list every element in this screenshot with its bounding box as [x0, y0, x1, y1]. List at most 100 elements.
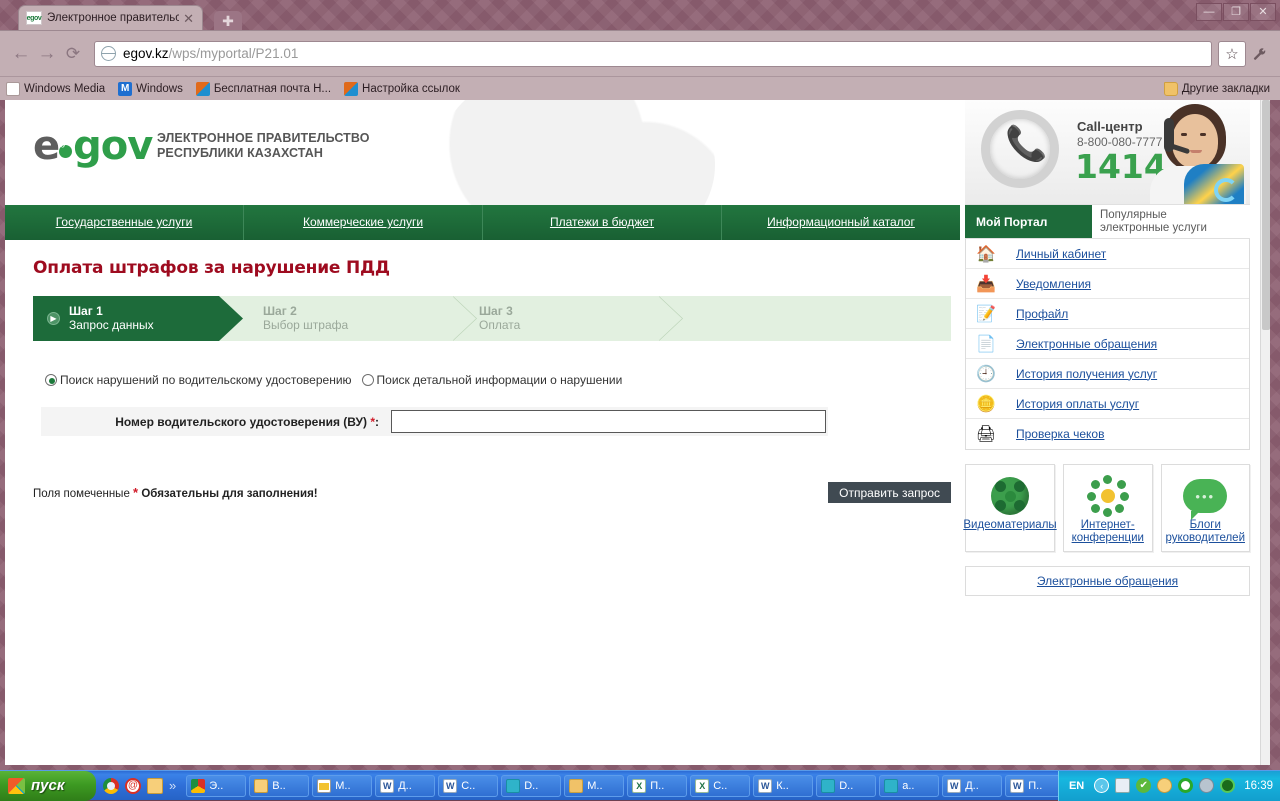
task-button[interactable]: WК..	[753, 775, 813, 797]
bookmark-star-icon[interactable]: ☆	[1218, 41, 1246, 67]
task-button[interactable]: XП..	[627, 775, 687, 797]
wrench-menu-icon[interactable]	[1246, 41, 1272, 67]
other-bookmarks-folder[interactable]: Другие закладки	[1164, 82, 1270, 96]
nav-item-kommercheskie[interactable]: Коммерческие услуги	[244, 205, 483, 240]
radio-button[interactable]	[362, 374, 374, 386]
submit-request-button[interactable]: Отправить запрос	[828, 482, 951, 503]
bookmark-item[interactable]: Настройка ссылок	[344, 82, 460, 96]
tile-conferences-label[interactable]: Интернет-конференции	[1072, 519, 1144, 545]
tab-close-icon[interactable]: ✕	[179, 12, 198, 25]
list-item-label[interactable]: Профайл	[1016, 307, 1068, 321]
list-item[interactable]: 🪙 История оплаты услуг	[966, 389, 1249, 419]
task-button[interactable]: Э..	[186, 775, 246, 797]
tile-blogs-line1: Блоги	[1190, 519, 1221, 531]
new-tab-button[interactable]: ✚	[214, 11, 242, 30]
nav-item-katalog[interactable]: Информационный каталог	[722, 205, 960, 240]
start-button[interactable]: пуск	[0, 771, 96, 801]
tile-blogs-line2: руководителей	[1165, 532, 1245, 544]
list-item-label[interactable]: Личный кабинет	[1016, 247, 1106, 261]
tile-conferences[interactable]: Интернет-конференции	[1063, 464, 1153, 552]
list-item[interactable]: 🖨 Проверка чеков	[966, 419, 1249, 449]
step-indicator: ▶ Шаг 1 Запрос данных Шаг 2 Выбор штрафа…	[33, 296, 951, 341]
task-button[interactable]: a..	[879, 775, 939, 797]
task-button[interactable]: М..	[312, 775, 372, 797]
browser-tab[interactable]: egov Электронное правительс... ✕	[18, 5, 203, 30]
license-number-form-row: Номер водительского удостоверения (ВУ) *…	[41, 407, 828, 436]
forward-icon[interactable]: →	[34, 41, 60, 67]
reload-icon[interactable]: ⟳	[60, 41, 86, 67]
radio-button-selected[interactable]	[45, 374, 57, 386]
maximize-button[interactable]: ❐	[1223, 3, 1249, 21]
task-button[interactable]: В..	[249, 775, 309, 797]
page-scrollbar[interactable]	[1260, 100, 1270, 765]
address-bar[interactable]: egov.kz/wps/myportal/P21.01	[94, 41, 1212, 67]
license-number-label-text: Номер водительского удостоверения (ВУ)	[115, 415, 367, 429]
tile-conf-line2: конференции	[1072, 532, 1144, 544]
step-1[interactable]: ▶ Шаг 1 Запрос данных	[33, 296, 243, 341]
url-domain: egov.kz	[123, 46, 169, 61]
nav-item-gosuslugi[interactable]: Государственные услуги	[5, 205, 244, 240]
list-item[interactable]: 🕘 История получения услуг	[966, 359, 1249, 389]
bookmark-item[interactable]: Windows Media	[6, 82, 105, 96]
task-button[interactable]: D..	[816, 775, 876, 797]
opera-tray-icon[interactable]	[1157, 778, 1172, 793]
task-button[interactable]: WП..	[1005, 775, 1058, 797]
list-item[interactable]: 📄 Электронные обращения	[966, 329, 1249, 359]
start-label: пуск	[31, 777, 64, 794]
search-mode-radio-group: Поиск нарушений по водительскому удостов…	[45, 373, 960, 387]
excel-icon: X	[632, 779, 646, 793]
tab-my-portal[interactable]: Мой Портал	[965, 205, 1092, 238]
task-button[interactable]: WС..	[438, 775, 498, 797]
tile-video[interactable]: Видеоматериалы	[965, 464, 1055, 552]
task-button[interactable]: WД..	[375, 775, 435, 797]
license-number-input[interactable]	[391, 410, 826, 433]
bookmark-item[interactable]: M Windows	[118, 82, 183, 96]
minimize-button[interactable]: —	[1196, 3, 1222, 21]
task-button[interactable]: XС..	[690, 775, 750, 797]
tab-popular-services[interactable]: Популярные электронные услуги	[1092, 205, 1250, 238]
quick-launch-more-icon[interactable]: »	[169, 778, 176, 793]
radio-option-by-license[interactable]: Поиск нарушений по водительскому удостов…	[45, 373, 352, 387]
task-button[interactable]: D..	[501, 775, 561, 797]
radio-option-detailed[interactable]: Поиск детальной информации о нарушении	[362, 373, 623, 387]
disc-icon[interactable]	[1220, 778, 1235, 793]
tile-blogs[interactable]: ••• Блогируководителей	[1161, 464, 1251, 552]
task-button[interactable]: М..	[564, 775, 624, 797]
show-hidden-icons-icon[interactable]: ‹	[1094, 778, 1109, 793]
bookmark-item[interactable]: Бесплатная почта Н...	[196, 82, 331, 96]
tile-blogs-label[interactable]: Блогируководителей	[1165, 519, 1245, 545]
task-list: Э.. В.. М.. WД.. WС.. D.. М.. XП.. XС.. …	[180, 775, 1058, 797]
scrollbar-thumb[interactable]	[1262, 100, 1270, 330]
egov-logo[interactable]: e gov	[33, 126, 152, 166]
clock[interactable]: 16:39	[1244, 780, 1273, 792]
list-item-label[interactable]: Уведомления	[1016, 277, 1091, 291]
volume-icon[interactable]	[1199, 778, 1214, 793]
back-icon[interactable]: ←	[8, 41, 34, 67]
list-item[interactable]: 📥 Уведомления	[966, 269, 1249, 299]
list-item-label[interactable]: История оплаты услуг	[1016, 397, 1139, 411]
list-item[interactable]: 📝 Профайл	[966, 299, 1249, 329]
language-indicator[interactable]: EN	[1069, 780, 1084, 792]
logo-gov-text: gov	[73, 126, 152, 166]
antivirus-icon[interactable]	[1178, 778, 1193, 793]
security-shield-icon[interactable]: ✔	[1136, 778, 1151, 793]
word-icon: W	[947, 779, 961, 793]
list-item-label[interactable]: Проверка чеков	[1016, 427, 1104, 441]
list-item-label[interactable]: История получения услуг	[1016, 367, 1157, 381]
nav-item-platezhi[interactable]: Платежи в бюджет	[483, 205, 722, 240]
chrome-icon[interactable]	[103, 778, 119, 794]
tab-favicon: egov	[26, 11, 42, 25]
list-item-label[interactable]: Электронные обращения	[1016, 337, 1157, 351]
tile-video-label[interactable]: Видеоматериалы	[963, 519, 1056, 532]
list-item[interactable]: 🏠 Личный кабинет	[966, 239, 1249, 269]
opera-mail-icon[interactable]	[147, 778, 163, 794]
step-2[interactable]: Шаг 2 Выбор штрафа	[247, 296, 462, 341]
rail-footer-link[interactable]: Электронные обращения	[1037, 574, 1178, 588]
step-3[interactable]: Шаг 3 Оплата	[463, 296, 678, 341]
network-icon[interactable]	[1115, 778, 1130, 793]
close-button[interactable]: ✕	[1250, 3, 1276, 21]
at-sign-icon[interactable]: @	[125, 778, 141, 794]
task-button[interactable]: WД..	[942, 775, 1002, 797]
page-viewport: e gov ЭЛЕКТРОННОЕ ПРАВИТЕЛЬСТВО РЕСПУБЛИ…	[5, 100, 1270, 765]
dict-icon	[506, 779, 520, 793]
